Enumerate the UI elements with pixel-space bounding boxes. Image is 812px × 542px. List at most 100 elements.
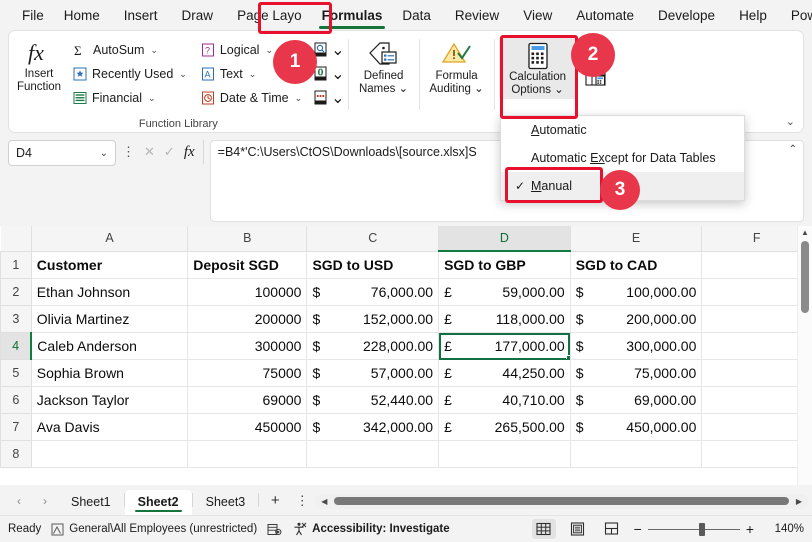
column-header-e[interactable]: E	[569, 226, 703, 252]
cell-a5[interactable]: Sophia Brown	[30, 359, 189, 387]
cell-f8[interactable]	[701, 440, 812, 468]
horizontal-scrollbar[interactable]: ◀ ▶	[315, 492, 808, 510]
cell-f1[interactable]	[701, 250, 812, 279]
cell-d6[interactable]: £40,710.00	[438, 386, 571, 414]
cell-b6[interactable]: 69000	[187, 386, 308, 414]
ribbon-tab-automate[interactable]: Automate	[567, 4, 643, 27]
cell-a8[interactable]	[30, 440, 189, 468]
zoom-knob[interactable]	[699, 522, 706, 536]
column-header-b[interactable]: B	[187, 226, 308, 252]
financial-button[interactable]: Financial ⌄	[69, 86, 191, 110]
row-header-1[interactable]: 1	[0, 250, 32, 279]
date-time-button[interactable]: Date & Time ⌄	[197, 86, 306, 110]
confirm-icon[interactable]: ✓	[164, 144, 175, 160]
cell-c8[interactable]	[306, 440, 440, 468]
cell-d2[interactable]: £59,000.00	[438, 278, 571, 306]
cell-e4[interactable]: $300,000.00	[569, 332, 703, 360]
normal-view-icon[interactable]	[531, 519, 556, 539]
row-header-5[interactable]: 5	[0, 359, 32, 387]
chevron-right-icon[interactable]: ›	[32, 487, 58, 515]
cell-f7[interactable]	[701, 413, 812, 441]
cell-a7[interactable]: Ava Davis	[30, 413, 189, 441]
autosum-button[interactable]: Σ AutoSum ⌄	[69, 38, 191, 62]
cell-d7[interactable]: £265,500.00	[438, 413, 571, 441]
cell-d8[interactable]	[438, 440, 571, 468]
calculation-options-button[interactable]: Calculation Options ⌄	[498, 37, 577, 99]
ribbon-tab-draw[interactable]: Draw	[173, 4, 223, 27]
row-header-4[interactable]: 4	[0, 332, 33, 360]
cell-f3[interactable]	[701, 305, 812, 333]
insert-function-button[interactable]: fx Insert Function	[9, 34, 69, 94]
cell-b2[interactable]: 100000	[187, 278, 308, 306]
cell-e5[interactable]: $75,000.00	[569, 359, 703, 387]
cell-e3[interactable]: $200,000.00	[569, 305, 703, 333]
column-header-d[interactable]: D	[438, 226, 571, 252]
ribbon-tab-file[interactable]: File	[13, 4, 53, 27]
row-header-2[interactable]: 2	[0, 278, 32, 306]
column-header-a[interactable]: A	[30, 226, 189, 252]
scroll-right-icon[interactable]: ▶	[794, 497, 804, 506]
ribbon-tab-help[interactable]: Help	[730, 4, 776, 27]
cell-d5[interactable]: £44,250.00	[438, 359, 571, 387]
zoom-track[interactable]	[647, 522, 740, 536]
zoom-slider[interactable]: − +	[634, 521, 754, 537]
cell-e2[interactable]: $100,000.00	[569, 278, 703, 306]
column-header-f[interactable]: F	[701, 226, 812, 252]
ribbon-tab-view[interactable]: View	[514, 4, 561, 27]
more-functions-button[interactable]: ⌄	[310, 86, 347, 110]
cell-d4-active[interactable]: £177,000.00	[438, 332, 571, 360]
accessibility-button[interactable]: Accessibility: Investigate	[292, 522, 450, 536]
ribbon-tab-page-layout[interactable]: Page Layo	[228, 4, 311, 27]
cell-c5[interactable]: $57,000.00	[306, 359, 440, 387]
ribbon-tab-formulas[interactable]: Formulas	[313, 4, 392, 29]
cell-b8[interactable]	[187, 440, 308, 468]
formula-auditing-button[interactable]: Formula Auditing ⌄	[420, 34, 494, 96]
sensitivity-label-item[interactable]: General\All Employees (unrestricted)	[51, 523, 257, 536]
row-header-3[interactable]: 3	[0, 305, 32, 333]
cell-b3[interactable]: 200000	[187, 305, 308, 333]
cell-f6[interactable]	[701, 386, 812, 414]
cell-b1[interactable]: Deposit SGD	[187, 250, 308, 279]
cell-c4[interactable]: $228,000.00	[306, 332, 440, 360]
sheet-tab-sheet1[interactable]: Sheet1	[58, 490, 124, 515]
cell-b4[interactable]: 300000	[187, 332, 308, 360]
menu-item-automatic[interactable]: Automatic	[501, 116, 744, 144]
sheet-tab-sheet3[interactable]: Sheet3	[193, 490, 259, 515]
scroll-up-icon[interactable]: ▲	[801, 226, 809, 239]
cell-f5[interactable]	[701, 359, 812, 387]
ribbon-tab-review[interactable]: Review	[446, 4, 508, 27]
vertical-scroll-thumb[interactable]	[801, 241, 809, 313]
cell-d3[interactable]: £118,000.00	[438, 305, 571, 333]
cell-f2[interactable]	[701, 278, 812, 306]
horizontal-scroll-thumb[interactable]	[334, 497, 789, 505]
zoom-in-button[interactable]: +	[746, 521, 754, 537]
name-box[interactable]: D4 ⌄	[8, 140, 116, 166]
cell-a2[interactable]: Ethan Johnson	[30, 278, 189, 306]
ribbon-tab-home[interactable]: Home	[55, 4, 109, 27]
defined-names-button[interactable]: Defined Names ⌄	[349, 34, 419, 96]
cell-d1[interactable]: SGD to GBP	[438, 250, 571, 279]
select-all-corner[interactable]	[0, 226, 32, 252]
cell-b7[interactable]: 450000	[187, 413, 308, 441]
cell-a4[interactable]: Caleb Anderson	[30, 332, 189, 360]
cell-c1[interactable]: SGD to USD	[306, 250, 440, 279]
record-macro-button[interactable]	[267, 523, 282, 536]
ribbon-tab-data[interactable]: Data	[393, 4, 440, 27]
cell-a6[interactable]: Jackson Taylor	[30, 386, 189, 414]
cancel-icon[interactable]: ✕	[144, 144, 155, 160]
zoom-out-button[interactable]: −	[634, 521, 642, 537]
horizontal-scroll-track[interactable]: ◀ ▶	[315, 493, 808, 509]
scroll-left-icon[interactable]: ◀	[319, 497, 329, 506]
row-header-8[interactable]: 8	[0, 440, 32, 468]
cell-c3[interactable]: $152,000.00	[306, 305, 440, 333]
vertical-scrollbar[interactable]: ▲	[797, 226, 812, 485]
more-sheets-icon[interactable]: ⋮	[291, 487, 313, 515]
cell-b5[interactable]: 75000	[187, 359, 308, 387]
page-layout-icon[interactable]	[566, 519, 590, 539]
column-header-c[interactable]: C	[306, 226, 440, 252]
page-break-preview-icon[interactable]	[600, 519, 624, 539]
ribbon-tab-developer[interactable]: Develope	[649, 4, 724, 27]
cell-a1[interactable]: Customer	[30, 250, 189, 279]
cell-c2[interactable]: $76,000.00	[306, 278, 440, 306]
menu-item-automatic-except-data-tables[interactable]: Automatic Except for Data Tables	[501, 144, 744, 172]
